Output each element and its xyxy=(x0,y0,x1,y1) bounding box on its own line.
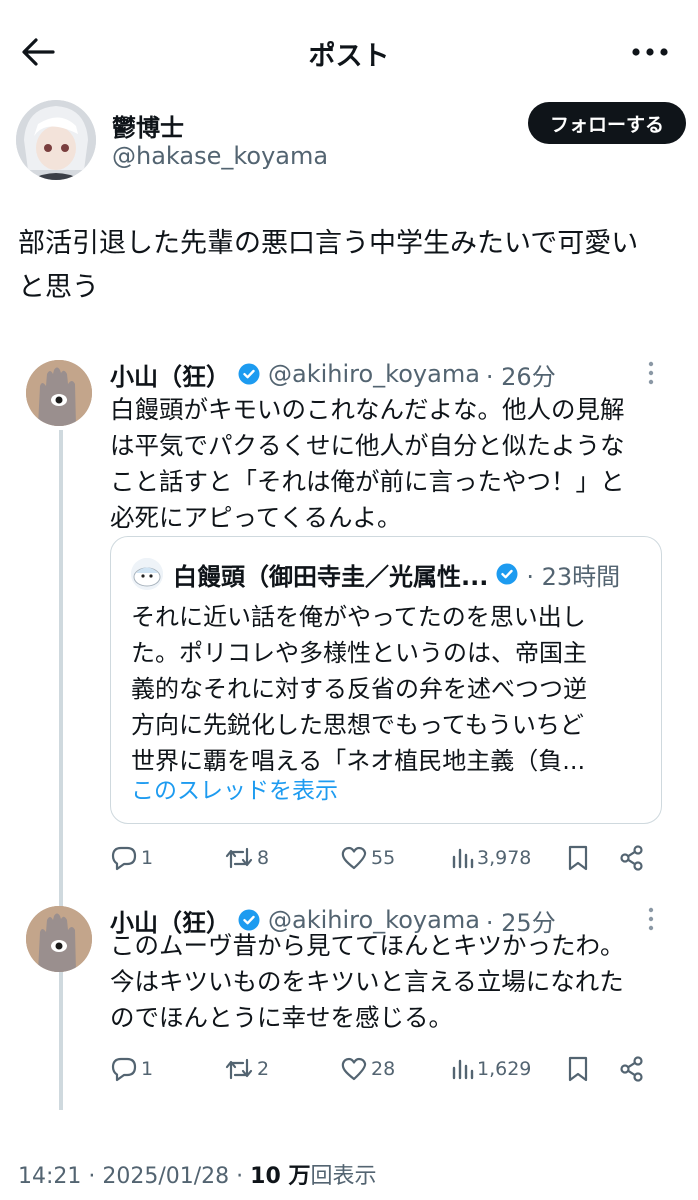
quoted-post-text: それに近い話を俺がやってたのを思い出し た。ポリコレや多様性というのは、帝国主 … xyxy=(131,599,646,779)
post-text-line: 部活引退した先輩の悪口言う中学生みたいで可愛い xyxy=(18,228,639,259)
post-author: 鬱博士 @hakase_koyama フォローする xyxy=(16,98,686,182)
views-count: 3,978 xyxy=(477,847,532,869)
reply-count: 1 xyxy=(141,1058,154,1080)
post-view-label: 回表示 xyxy=(310,1164,377,1189)
author-handle[interactable]: @hakase_koyama xyxy=(112,142,328,170)
quoted-author-avatar xyxy=(131,558,163,590)
bookmark-icon xyxy=(568,1056,588,1082)
reply-text-line: 必死にアピってくるんよ。 xyxy=(110,503,402,532)
repost-button[interactable]: 2 xyxy=(224,1052,269,1086)
reply-author-handle[interactable]: @akihiro_koyama xyxy=(268,360,480,388)
reply-avatar[interactable] xyxy=(26,360,92,426)
post-timestamp: 14:21 · 2025/01/28 · xyxy=(18,1164,251,1189)
quoted-text-line: 方向に先鋭化した思想でもってもういちど xyxy=(131,711,584,739)
bookmark-icon xyxy=(568,845,588,871)
reply-avatar[interactable] xyxy=(26,906,92,972)
comment-icon xyxy=(111,846,137,871)
hand-eye-avatar-image xyxy=(26,906,92,972)
like-button[interactable]: 28 xyxy=(340,1052,395,1086)
quoted-text-line: た。ポリコレや多様性というのは、帝国主 xyxy=(131,639,587,667)
top-bar: ポスト xyxy=(0,0,698,100)
follow-button[interactable]: フォローする xyxy=(527,102,686,144)
reply-text-line: こと話すと「それは俺が前に言ったやつ！」と xyxy=(110,467,625,496)
reply-text: このムーヴ昔から見ててほんとキツかったわ。 今はキツいものをキツいと言える立場に… xyxy=(110,928,690,1036)
share-icon xyxy=(620,1056,643,1082)
heart-icon xyxy=(341,1057,367,1081)
share-button[interactable] xyxy=(618,841,649,875)
views-count: 1,629 xyxy=(477,1058,532,1080)
reply-text-line: のでほんとうに幸せを感じる。 xyxy=(110,1003,453,1032)
repost-icon xyxy=(225,1058,253,1080)
bookmark-button[interactable] xyxy=(566,841,593,875)
reply-author-name[interactable]: 小山（狂） xyxy=(110,357,230,392)
reply-count: 1 xyxy=(141,847,154,869)
repost-button[interactable]: 8 xyxy=(224,841,269,875)
reply-text: 白饅頭がキモいのこれなんだよな。他人の見解 は平気でパクるくせに他人が自分と似た… xyxy=(110,392,690,536)
reply-header: 小山（狂） @akihiro_koyama · 26分 xyxy=(110,356,556,392)
mascot-avatar-image xyxy=(131,558,163,590)
reply-text-line: は平気でパクるくせに他人が自分と似たような xyxy=(110,431,625,460)
verified-badge-icon xyxy=(238,363,260,385)
more-dots-icon xyxy=(632,48,668,56)
post-meta: 14:21 · 2025/01/28 · 10 万回表示 xyxy=(18,1158,376,1190)
post-view-count: 10 万 xyxy=(250,1164,311,1189)
views-button[interactable]: 1,629 xyxy=(450,1052,531,1086)
page-title: ポスト xyxy=(308,41,390,72)
views-chart-icon xyxy=(452,1059,474,1080)
reply-action-bar: 1 2 28 1,629 xyxy=(110,1052,655,1086)
post-text: 部活引退した先輩の悪口言う中学生みたいで可愛い と思う xyxy=(18,222,683,310)
reply-more-button[interactable] xyxy=(640,358,662,388)
quoted-post-card[interactable]: 白饅頭（御田寺圭／光属性... · 23時間 それに近い話を俺がやってたのを思い… xyxy=(110,536,662,824)
repost-count: 2 xyxy=(257,1058,270,1080)
reply-text-line: 白饅頭がキモいのこれなんだよな。他人の見解 xyxy=(110,395,625,424)
quoted-author-name: 白饅頭（御田寺圭／光属性... xyxy=(173,562,489,591)
repost-icon xyxy=(225,847,253,869)
show-thread-link[interactable]: このスレッドを表示 xyxy=(131,771,338,805)
hand-eye-avatar-image xyxy=(26,360,92,426)
like-count: 28 xyxy=(371,1058,396,1080)
vertical-dots-icon xyxy=(648,361,654,385)
anime-avatar-image xyxy=(16,100,96,180)
quoted-post-header: 白饅頭（御田寺圭／光属性... · 23時間 xyxy=(131,557,620,591)
quoted-text-line: 義的なそれに対する反省の弁を述べつつ逆 xyxy=(131,675,587,703)
comment-icon xyxy=(111,1057,137,1082)
post-text-line: と思う xyxy=(18,272,99,303)
more-options-button[interactable] xyxy=(628,34,672,70)
share-icon xyxy=(620,845,643,871)
quoted-text-line: それに近い話を俺がやってたのを思い出し xyxy=(131,603,586,631)
like-count: 55 xyxy=(371,847,396,869)
reply-button[interactable]: 1 xyxy=(110,841,153,875)
verified-badge-icon xyxy=(496,563,518,585)
reply-action-bar: 1 8 55 3,978 xyxy=(110,841,655,875)
author-avatar[interactable] xyxy=(16,100,96,180)
author-name[interactable]: 鬱博士 xyxy=(112,108,184,143)
thread-connector xyxy=(59,430,63,1110)
repost-count: 8 xyxy=(257,847,270,869)
heart-icon xyxy=(341,846,367,870)
reply-button[interactable]: 1 xyxy=(110,1052,153,1086)
bookmark-button[interactable] xyxy=(566,1052,593,1086)
share-button[interactable] xyxy=(618,1052,649,1086)
reply-timestamp[interactable]: · 26分 xyxy=(486,357,556,392)
views-button[interactable]: 3,978 xyxy=(450,841,531,875)
reply-text-line: このムーヴ昔から見ててほんとキツかったわ。 xyxy=(110,931,625,960)
reply-text-line: 今はキツいものをキツいと言える立場になれた xyxy=(110,967,624,996)
like-button[interactable]: 55 xyxy=(340,841,395,875)
quoted-timestamp: · 23時間 xyxy=(526,562,621,591)
views-chart-icon xyxy=(452,848,474,869)
